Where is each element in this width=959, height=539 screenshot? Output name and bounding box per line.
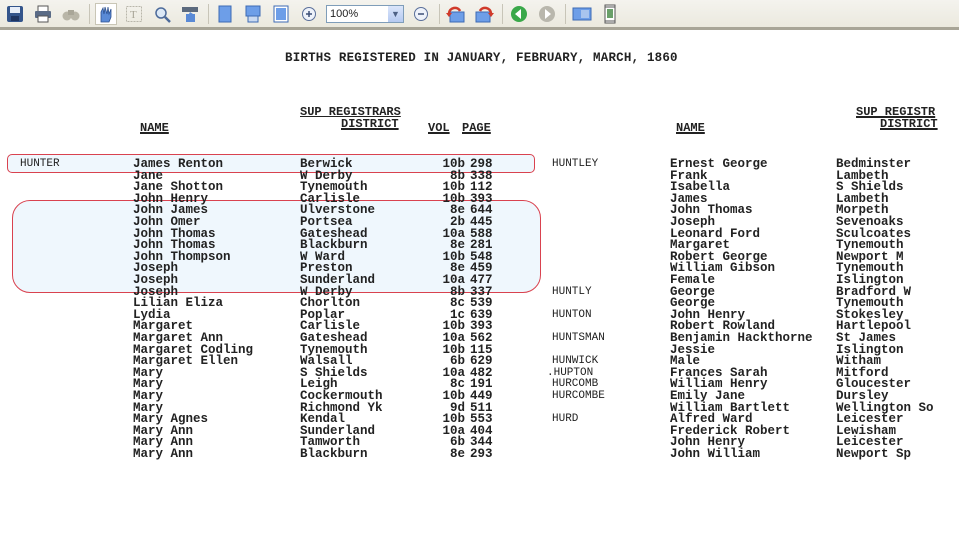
zoom-level-select[interactable]: 100% ▼ (326, 4, 404, 23)
register-row: .HUPTON Frances Sarah Mitford (0, 366, 959, 380)
document-page: BIRTHS REGISTERED IN JANUARY, FEBRUARY, … (0, 30, 959, 539)
register-row: Joseph Sevenoaks (0, 216, 959, 229)
header-district-line2: DISTRICT (341, 117, 399, 131)
district-cell: Newport Sp (836, 447, 912, 461)
surname-cell: HURCOMB (552, 378, 599, 391)
header-page: PAGE (462, 121, 491, 135)
surname-cell: HUNWICK (552, 355, 599, 368)
surname-cell: HURD (552, 413, 579, 426)
register-row: George Tynemouth (0, 297, 959, 310)
document-title: BIRTHS REGISTERED IN JANUARY, FEBRUARY, … (285, 51, 678, 65)
register-row: John William Newport Sp (0, 447, 959, 461)
register-row: William Gibson Tynemouth (0, 262, 959, 275)
find-icon[interactable] (60, 3, 82, 25)
name-cell: John William (670, 447, 761, 461)
surname-cell: HURCOMBE (552, 390, 605, 402)
save-icon[interactable] (4, 3, 26, 25)
surname-cell: HUNTON (552, 308, 592, 321)
register-row: HURD Alfred Ward Leicester (0, 413, 959, 426)
register-row: James Lambeth (0, 193, 959, 206)
toolbar-separator (439, 3, 440, 24)
svg-text:T: T (130, 9, 137, 21)
header-name: NAME (140, 121, 169, 135)
register-row: HURCOMB William Henry Gloucester (0, 378, 959, 391)
zoom-out-icon[interactable] (410, 3, 432, 25)
toolbar-separator (208, 3, 209, 24)
register-row: Frederick Robert Lewisham (0, 425, 959, 438)
text-select-icon[interactable]: T (123, 3, 145, 25)
register-row: Isabella S Shields (0, 181, 959, 194)
next-page-icon[interactable] (536, 3, 558, 25)
continuous-page-icon[interactable] (242, 3, 264, 25)
header-vol: VOL (428, 121, 450, 135)
rotate-right-icon[interactable] (473, 3, 495, 25)
previous-page-icon[interactable] (508, 3, 530, 25)
marquee-zoom-icon[interactable] (179, 3, 201, 25)
single-page-icon[interactable] (214, 3, 236, 25)
toolbar: T 100% ▼ (0, 0, 959, 30)
print-icon[interactable] (32, 3, 54, 25)
register-row: Margaret Tynemouth (0, 239, 959, 252)
surname-cell: .HUPTON (547, 366, 594, 379)
surname-cell: HUNTLY (552, 285, 592, 298)
header-name-right: NAME (676, 121, 705, 135)
register-row: Robert George Newport M (0, 251, 959, 264)
zoom-in-icon[interactable] (298, 3, 320, 25)
register-row: William Bartlett Wellington So (0, 401, 959, 414)
chevron-down-icon[interactable]: ▼ (388, 5, 403, 22)
register-row: HUNTON John Henry Stokesley (0, 308, 959, 322)
rotate-left-icon[interactable] (445, 3, 467, 25)
toolbar-separator (565, 3, 566, 24)
register-row: Frank Lambeth (0, 169, 959, 182)
register-row: HURCOMBE Emily Jane Dursley (0, 390, 959, 403)
register-row: HUNWICK Male Witham (0, 355, 959, 368)
register-row: HUNTLY George Bradford W (0, 285, 959, 298)
hand-tool-icon[interactable] (95, 2, 117, 25)
toolbar-separator (502, 3, 503, 24)
surname-cell: HUNTLEY (552, 158, 599, 170)
surname-cell: HUNTSMAN (552, 332, 605, 344)
zoom-select-icon[interactable] (151, 3, 173, 25)
header-district-line2-right: DISTRICT (880, 117, 938, 131)
register-row: HUNTLEY Ernest George Bedminster (0, 158, 959, 171)
register-row: Female Islington (0, 274, 959, 287)
fit-page-icon[interactable] (599, 3, 621, 25)
register-row: HUNTSMAN Benjamin Hackthorne St James (0, 332, 959, 345)
register-row: John Thomas Morpeth (0, 204, 959, 217)
register-row: Robert Rowland Hartlepool (0, 320, 959, 333)
zoom-level-value: 100% (330, 7, 359, 20)
register-row: Jessie Islington (0, 343, 959, 356)
fit-width-icon[interactable] (571, 3, 593, 25)
register-row: Leonard Ford Sculcoates (0, 227, 959, 240)
register-row: John Henry Leicester (0, 436, 959, 449)
toolbar-separator (89, 3, 90, 24)
facing-page-icon[interactable] (270, 3, 292, 25)
